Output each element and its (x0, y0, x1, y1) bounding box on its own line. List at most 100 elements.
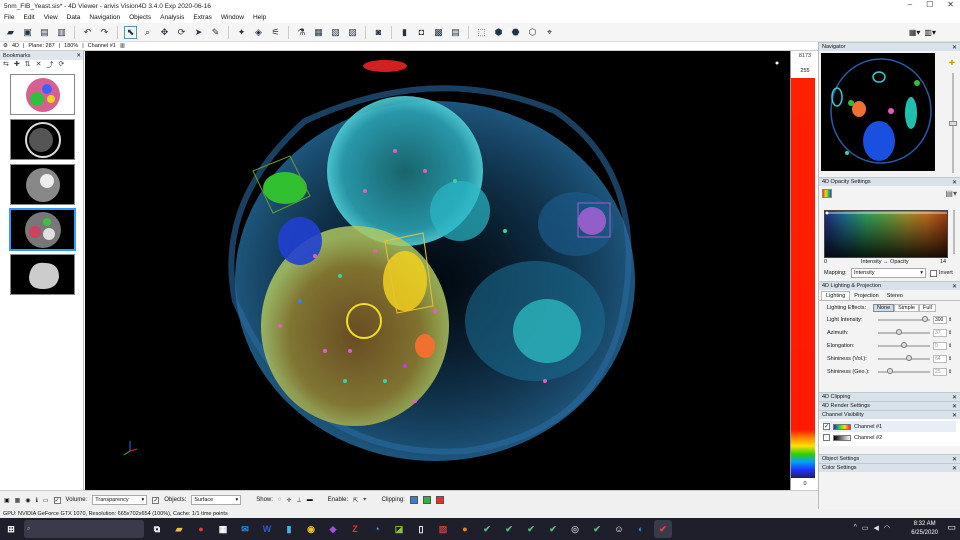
cube-solid-icon[interactable]: ⬢ (492, 26, 505, 39)
windows-start-icon[interactable]: ⊞ (2, 520, 20, 538)
render-viewport[interactable] (85, 51, 790, 490)
bookmark-refresh-icon[interactable]: ⟳ (59, 60, 65, 70)
vision4d-icon-4[interactable]: ✔ (544, 520, 562, 538)
navigator-zoom-thumb[interactable] (949, 121, 957, 126)
navigator-preview[interactable] (821, 53, 935, 171)
camera-icon[interactable]: ◙ (372, 26, 385, 39)
lighting-param-slider[interactable] (878, 355, 930, 361)
minimize-button[interactable]: – (908, 0, 912, 12)
menu-file[interactable]: File (4, 14, 14, 21)
opacity-scroll[interactable] (951, 210, 957, 254)
redo-icon[interactable]: ↷ (98, 26, 111, 39)
close-button[interactable]: ✕ (947, 0, 954, 12)
slider-knob[interactable] (905, 355, 912, 361)
show-scalebar-icon[interactable]: ⊥ (297, 497, 302, 504)
navigate-icon[interactable]: ➤ (192, 26, 205, 39)
navigator-header[interactable]: Navigator ✕ (819, 42, 960, 51)
tray-volume-icon[interactable]: ◀ (874, 524, 879, 532)
menu-extras[interactable]: Extras (193, 14, 211, 21)
channel-2-checkbox[interactable] (823, 434, 830, 441)
tab-projection[interactable]: Projection (850, 292, 882, 300)
bookmark-thumbnail-4[interactable] (9, 208, 76, 251)
vision4d-icon-1[interactable]: ✔ (478, 520, 496, 538)
tray-wifi-icon[interactable]: ◠ (884, 524, 890, 532)
chrome-icon[interactable]: ◉ (302, 520, 320, 538)
slider-knob[interactable] (896, 329, 903, 335)
mapping-select[interactable]: Intensity ▾ (851, 268, 926, 278)
object-settings-close-button[interactable]: ✕ (952, 456, 957, 463)
slider-knob[interactable] (901, 342, 907, 348)
undo-icon[interactable]: ↶ (81, 26, 94, 39)
lut-gradient[interactable] (791, 78, 815, 478)
channel-lut-icon[interactable]: ▥ (120, 43, 125, 49)
rotate-icon[interactable]: ⟳ (175, 26, 188, 39)
settings-table-icon[interactable]: ▨ (346, 26, 359, 39)
vision4d-active-icon[interactable]: ✔ (654, 520, 672, 538)
effect-none-button[interactable]: None (873, 304, 895, 312)
lighting-param-slider[interactable] (878, 342, 930, 348)
volume-checkbox[interactable]: ✓ (53, 496, 61, 504)
menu-help[interactable]: Help (253, 14, 266, 21)
lighting-header[interactable]: 4D Lighting & Projection ✕ (819, 281, 960, 290)
system-tray[interactable]: ^ ▭ ◀ ◠ (854, 524, 890, 532)
layout-icon[interactable]: ▣ (4, 497, 10, 504)
tray-network-icon[interactable]: ▭ (862, 524, 869, 532)
bookmark-thumbnail-3[interactable] (10, 164, 75, 205)
filezilla-icon[interactable]: Z (346, 520, 364, 538)
app-blank-icon[interactable]: ▯ (412, 520, 430, 538)
navigator-zoom-slider[interactable]: ✚ (948, 60, 958, 183)
tray-chevron-icon[interactable]: ^ (854, 524, 857, 532)
vision4d-icon-2[interactable]: ✔ (500, 520, 518, 538)
outlook-icon[interactable]: ✉ (236, 520, 254, 538)
menu-analysis[interactable]: Analysis (160, 14, 184, 21)
lighting-param-value[interactable]: 25 (933, 368, 947, 376)
bookmark-sort-icon[interactable]: ⇅ (25, 60, 31, 70)
invert-checkbox[interactable] (930, 270, 937, 277)
clipping-blue-button[interactable] (409, 496, 418, 504)
bookmark-add-icon[interactable]: ✚ (14, 60, 20, 70)
menu-window[interactable]: Window (221, 14, 244, 21)
clipping-red-button[interactable] (435, 496, 444, 504)
effect-full-button[interactable]: Full (918, 304, 936, 312)
lighting-param-slider[interactable] (878, 329, 930, 335)
notifications-icon[interactable]: ▭ (947, 522, 956, 533)
spin-arrows-icon[interactable]: ⇕ (948, 330, 952, 336)
lighting-param-value[interactable]: 64 (933, 355, 947, 363)
channel-row-1[interactable]: ✓ Channel #1 (823, 421, 956, 432)
file-explorer-icon[interactable]: ▰ (170, 520, 188, 538)
segment-icon[interactable]: ◈ (252, 26, 265, 39)
measure-icon[interactable]: ⚟ (269, 26, 282, 39)
select-pointer-icon[interactable]: ⬉ (124, 25, 137, 39)
spin-arrows-icon[interactable]: ⇕ (948, 369, 952, 375)
snapshot-icon[interactable]: ◘ (415, 26, 428, 39)
clipping-close-button[interactable]: ✕ (952, 394, 957, 401)
channel-row-2[interactable]: Channel #2 (823, 432, 956, 443)
movie-icon[interactable]: ▩ (432, 26, 445, 39)
effect-simple-button[interactable]: Simple (894, 304, 919, 312)
vision4d-icon-5[interactable]: ✔ (588, 520, 606, 538)
zoom-in-icon[interactable]: ✚ (949, 59, 955, 67)
sphere-icon[interactable]: ◉ (25, 497, 30, 504)
lighting-param-value[interactable]: 300 (933, 316, 947, 324)
magic-wand-icon[interactable]: ✦ (235, 26, 248, 39)
lighting-param-value[interactable]: 0 (933, 342, 947, 350)
menu-navigation[interactable]: Navigation (89, 14, 120, 21)
spin-arrows-icon[interactable]: ⇕ (948, 356, 952, 362)
channel-1-checkbox[interactable]: ✓ (823, 423, 830, 430)
export-icon[interactable]: ▥ (55, 26, 68, 39)
bookmark-thumbnail-1[interactable] (10, 74, 75, 115)
lut-color-bar[interactable]: 8173 255 0 (790, 51, 818, 490)
cube-side-icon[interactable]: ⬡ (526, 26, 539, 39)
channel-visibility-header[interactable]: Channel Visibility ✕ (819, 410, 960, 419)
task-view-icon[interactable]: ⧉ (148, 520, 166, 538)
opacity-settings-header[interactable]: 4D Opacity Settings ✕ (819, 177, 960, 186)
bookmark-thumbnail-5[interactable] (10, 254, 75, 295)
opacity-curve-editor[interactable] (824, 210, 948, 258)
app-circle-icon[interactable]: ◎ (566, 520, 584, 538)
render-settings-close-button[interactable]: ✕ (952, 403, 957, 410)
lighting-param-slider[interactable] (878, 316, 930, 322)
show-bounding-icon[interactable]: ◌ (278, 497, 282, 503)
enable-navigate-icon[interactable]: ⇱ (353, 497, 358, 504)
channel-visibility-close-button[interactable]: ✕ (952, 412, 957, 419)
app-pdf-icon[interactable]: ▧ (434, 520, 452, 538)
